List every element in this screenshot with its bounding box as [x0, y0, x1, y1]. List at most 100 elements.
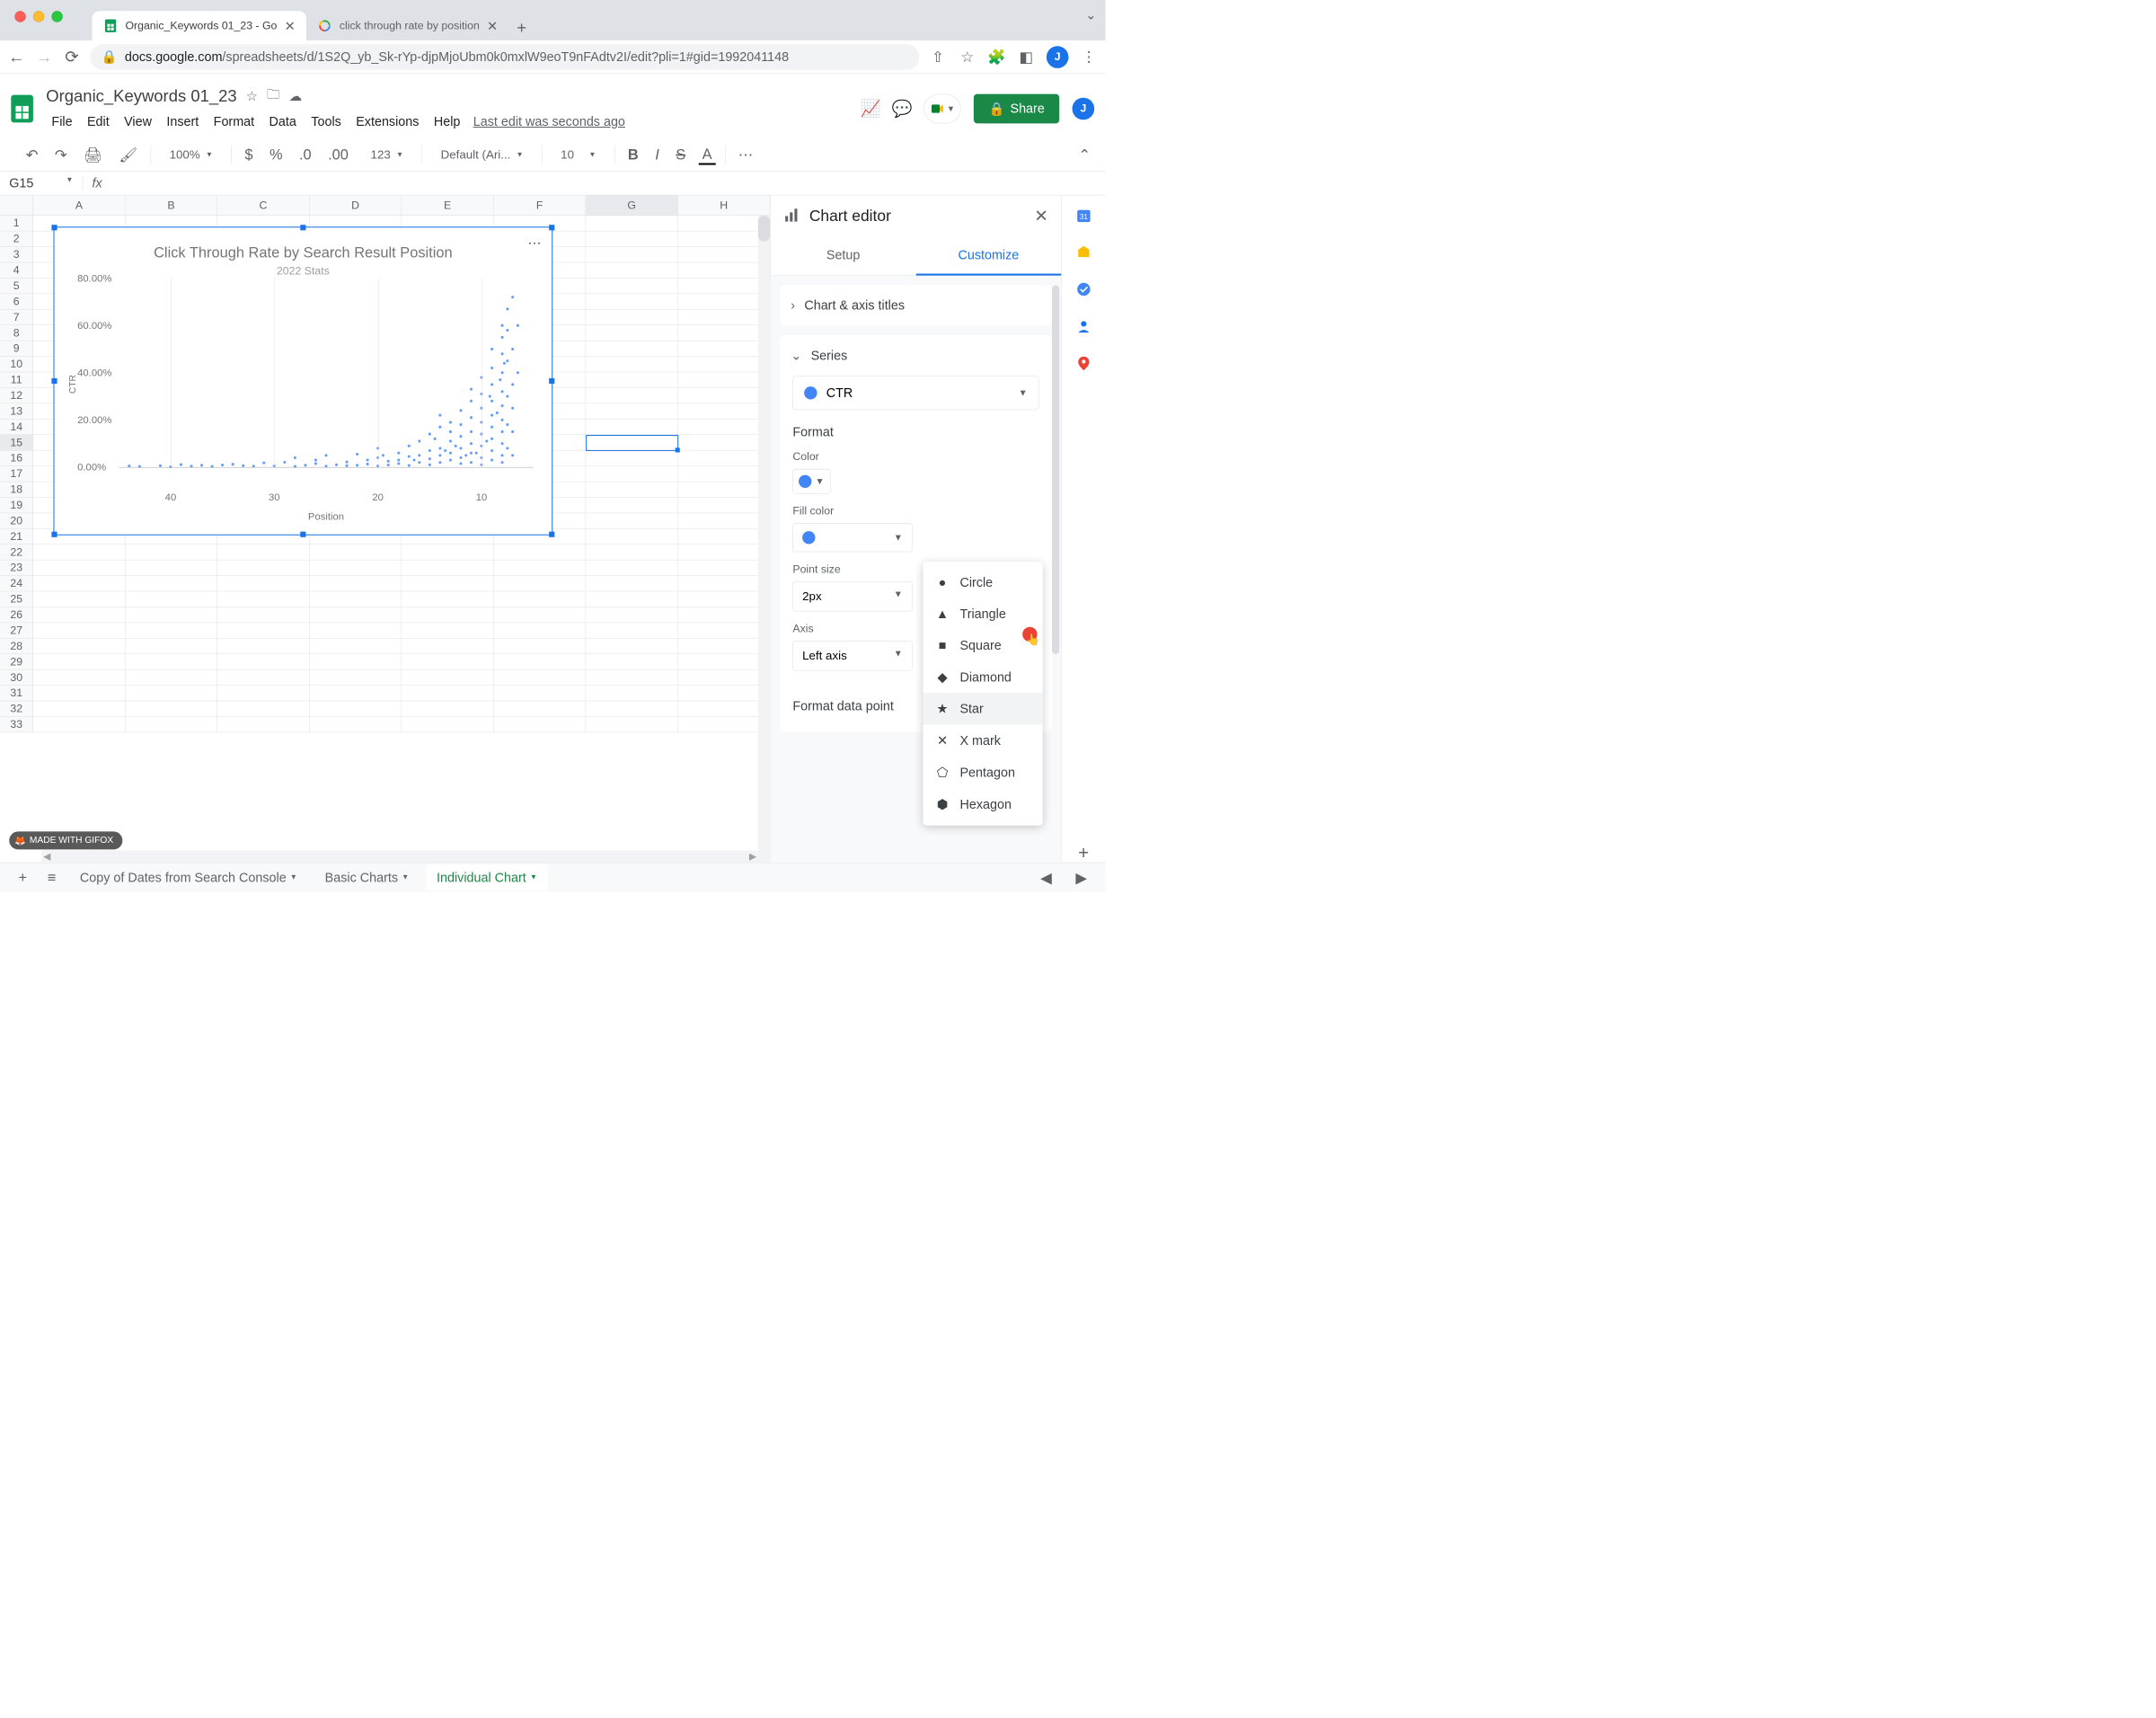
- paint-format-button[interactable]: 🖌: [115, 142, 141, 167]
- resize-handle[interactable]: [549, 378, 554, 384]
- close-tab-icon[interactable]: ✕: [285, 18, 296, 33]
- calendar-icon[interactable]: 31: [1074, 207, 1093, 226]
- doc-title[interactable]: Organic_Keywords 01_23: [46, 86, 236, 106]
- url-input[interactable]: 🔒 docs.google.com/spreadsheets/d/1S2Q_yb…: [90, 44, 919, 70]
- row-header[interactable]: 12: [0, 388, 32, 403]
- menu-help[interactable]: Help: [429, 111, 466, 133]
- resize-handle[interactable]: [549, 532, 554, 537]
- menu-insert[interactable]: Insert: [161, 111, 204, 133]
- point-size-select[interactable]: 2px ▼: [792, 581, 912, 611]
- menu-data[interactable]: Data: [263, 111, 302, 133]
- axis-select[interactable]: Left axis ▼: [792, 641, 912, 670]
- row-header[interactable]: 5: [0, 279, 32, 294]
- row-header[interactable]: 10: [0, 357, 32, 372]
- chart-object[interactable]: ⋮ Click Through Rate by Search Result Po…: [53, 226, 552, 536]
- reload-button[interactable]: ⟳: [63, 48, 82, 67]
- add-addon-button[interactable]: +: [1074, 844, 1093, 863]
- resize-handle[interactable]: [51, 378, 57, 384]
- row-header[interactable]: 24: [0, 576, 32, 591]
- column-header[interactable]: H: [678, 195, 771, 215]
- redo-button[interactable]: ↷: [51, 142, 71, 167]
- browser-tab[interactable]: click through rate by position ✕: [306, 11, 508, 40]
- row-header[interactable]: 13: [0, 403, 32, 419]
- row-header[interactable]: 9: [0, 341, 32, 356]
- last-edit-status[interactable]: Last edit was seconds ago: [473, 111, 625, 133]
- shape-option-xmark[interactable]: ✕X mark: [923, 724, 1042, 756]
- series-select[interactable]: CTR ▼: [792, 376, 1038, 410]
- percent-button[interactable]: %: [266, 142, 287, 166]
- account-avatar[interactable]: J: [1073, 98, 1095, 120]
- column-header[interactable]: A: [33, 195, 126, 215]
- row-header[interactable]: 15: [0, 435, 32, 450]
- row-header[interactable]: 23: [0, 560, 32, 575]
- row-header[interactable]: 22: [0, 545, 32, 560]
- tab-setup[interactable]: Setup: [771, 237, 916, 276]
- browser-tab[interactable]: Organic_Keywords 01_23 - Go ✕: [93, 11, 306, 40]
- font-select[interactable]: Default (Ari... ▼: [431, 146, 533, 164]
- row-header[interactable]: 32: [0, 701, 32, 716]
- sidepanel-icon[interactable]: ◧: [1017, 48, 1036, 66]
- close-panel-button[interactable]: ✕: [1034, 207, 1047, 226]
- menu-format[interactable]: Format: [208, 111, 261, 133]
- row-header[interactable]: 3: [0, 247, 32, 262]
- column-header[interactable]: G: [586, 195, 678, 215]
- zoom-select[interactable]: 100% ▼: [160, 146, 222, 164]
- resize-handle[interactable]: [51, 532, 57, 537]
- menu-extensions[interactable]: Extensions: [350, 111, 425, 133]
- font-size-select[interactable]: 10 ▼: [552, 146, 605, 164]
- star-icon[interactable]: ☆: [246, 88, 258, 103]
- activity-icon[interactable]: 📈: [862, 100, 880, 119]
- maps-icon[interactable]: [1074, 354, 1093, 373]
- row-header[interactable]: 7: [0, 310, 32, 325]
- text-color-button[interactable]: A: [699, 145, 716, 165]
- collapse-toolbar-icon[interactable]: ⌃: [1074, 142, 1094, 167]
- row-header[interactable]: 33: [0, 717, 32, 732]
- kebab-menu-icon[interactable]: ⋮: [1080, 48, 1099, 66]
- row-header[interactable]: 26: [0, 607, 32, 623]
- window-close-button[interactable]: [14, 11, 25, 22]
- section-series-toggle[interactable]: ⌄ Series: [780, 335, 1052, 376]
- resize-handle[interactable]: [300, 225, 305, 230]
- resize-handle[interactable]: [51, 225, 57, 230]
- color-picker[interactable]: ▼: [792, 469, 830, 494]
- menu-edit[interactable]: Edit: [82, 111, 115, 133]
- shape-option-diamond[interactable]: ◆Diamond: [923, 661, 1042, 693]
- row-header[interactable]: 14: [0, 420, 32, 435]
- row-header[interactable]: 8: [0, 325, 32, 341]
- menu-tools[interactable]: Tools: [305, 111, 347, 133]
- add-sheet-button[interactable]: +: [11, 865, 34, 890]
- dec-decrease-button[interactable]: .0: [296, 142, 315, 166]
- row-header[interactable]: 16: [0, 450, 32, 465]
- vertical-scrollbar[interactable]: [758, 216, 770, 863]
- share-icon[interactable]: ⇧: [929, 48, 948, 66]
- sheet-tab[interactable]: Basic Charts ▼: [314, 864, 420, 890]
- bookmark-icon[interactable]: ☆: [958, 48, 976, 66]
- row-header[interactable]: 27: [0, 623, 32, 638]
- row-header[interactable]: 21: [0, 529, 32, 545]
- tasks-icon[interactable]: [1074, 280, 1093, 299]
- spreadsheet-grid[interactable]: A B C D E F G H 123456789101112131415161…: [0, 195, 770, 862]
- column-header[interactable]: E: [402, 195, 494, 215]
- row-header[interactable]: 29: [0, 654, 32, 669]
- resize-handle[interactable]: [549, 225, 554, 230]
- menu-view[interactable]: View: [119, 111, 157, 133]
- row-header[interactable]: 19: [0, 498, 32, 513]
- section-chart-axis-titles[interactable]: › Chart & axis titles: [780, 285, 1052, 325]
- row-header[interactable]: 4: [0, 262, 32, 278]
- resize-handle[interactable]: [300, 532, 305, 537]
- shape-option-triangle[interactable]: ▲Triangle: [923, 598, 1042, 630]
- row-header[interactable]: 11: [0, 372, 32, 387]
- column-header[interactable]: D: [310, 195, 402, 215]
- cloud-status-icon[interactable]: ☁: [289, 88, 302, 103]
- panel-scrollbar[interactable]: [1052, 285, 1059, 798]
- row-header[interactable]: 17: [0, 466, 32, 482]
- chart-kebab-icon[interactable]: ⋮: [527, 237, 543, 251]
- currency-button[interactable]: $: [241, 142, 256, 166]
- column-header[interactable]: B: [125, 195, 217, 215]
- contacts-icon[interactable]: [1074, 317, 1093, 336]
- extensions-icon[interactable]: 🧩: [987, 48, 1006, 66]
- more-formats-button[interactable]: 123▼: [361, 146, 412, 164]
- meet-button[interactable]: ▼: [924, 94, 961, 124]
- close-tab-icon[interactable]: ✕: [487, 18, 498, 33]
- sheet-nav-right[interactable]: ▶: [1068, 865, 1094, 890]
